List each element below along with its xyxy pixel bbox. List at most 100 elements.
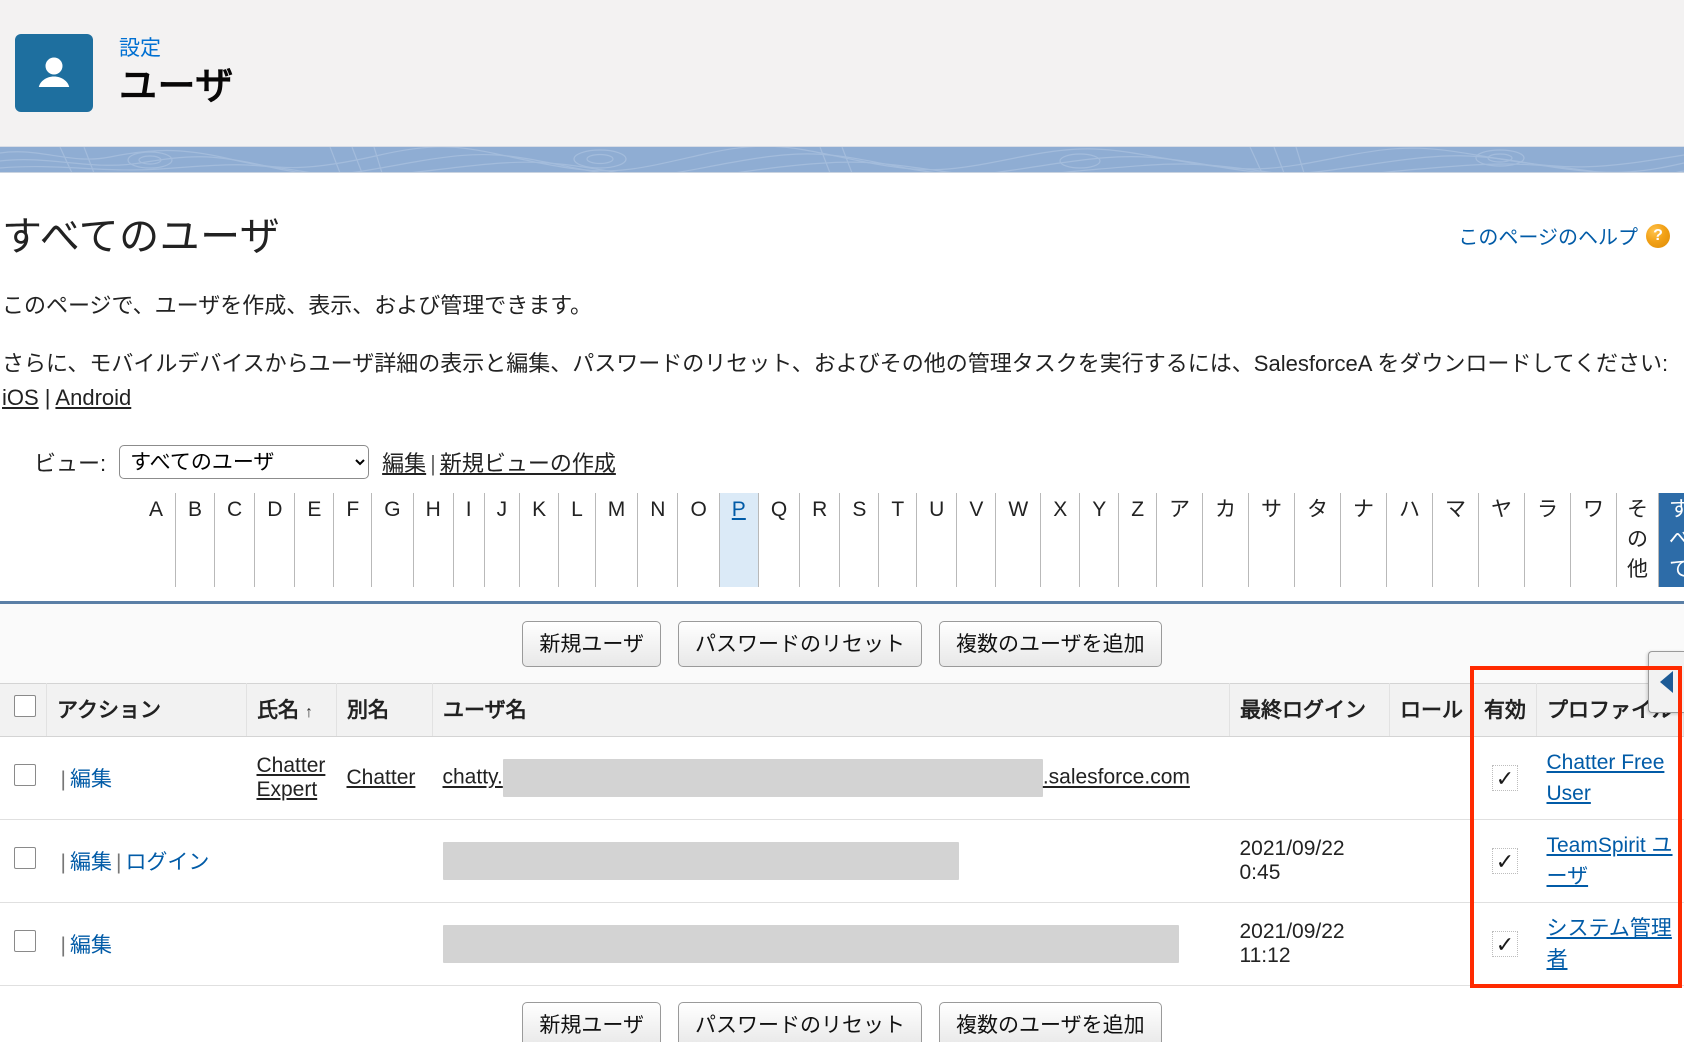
select-all-checkbox[interactable] [14,695,36,717]
row-action-cell: |編集|ログイン [47,820,247,903]
redaction-bar-username [443,925,1179,963]
sort-ascending-icon: ↑ [299,704,313,721]
alpha-filter-N[interactable]: N [638,493,678,587]
table-body: |編集Chatter ExpertChatterchatty..salesfor… [0,737,1684,986]
alpha-filter-ラ[interactable]: ラ [1525,493,1571,587]
row-edit-link[interactable]: 編集 [70,934,112,957]
select-all-header[interactable] [0,684,47,737]
row-username-cell [433,903,1230,986]
add-multiple-users-button-bottom[interactable]: 複数のユーザを追加 [939,1002,1162,1042]
page-description-2: さらに、モバイルデバイスからユーザ詳細の表示と編集、パスワードのリセット、および… [0,347,1684,415]
decorative-banner [0,147,1684,173]
alpha-filter-I[interactable]: I [454,493,485,587]
row-select-cell[interactable] [0,737,47,820]
column-header-username[interactable]: ユーザ名 [433,684,1230,737]
row-select-cell[interactable] [0,820,47,903]
column-header-action[interactable]: アクション [47,684,247,737]
alpha-filter-Z[interactable]: Z [1119,493,1157,587]
alpha-filter-S[interactable]: S [840,493,879,587]
alpha-filter-T[interactable]: T [879,493,917,587]
page-description-2-text: さらに、モバイルデバイスからユーザ詳細の表示と編集、パスワードのリセット、および… [2,351,1668,376]
alpha-filter-other[interactable]: その他 [1617,493,1659,587]
alpha-filter-ナ[interactable]: ナ [1341,493,1387,587]
alpha-filter-A[interactable]: A [137,493,176,587]
help-question-icon[interactable]: ? [1646,224,1670,248]
alpha-filter-P[interactable]: P [720,493,759,587]
user-avatar-icon [15,34,93,112]
setup-breadcrumb[interactable]: 設定 [119,36,234,62]
setup-header: 設定 ユーザ [0,0,1684,147]
alpha-filter-R[interactable]: R [800,493,840,587]
alpha-filter-ワ[interactable]: ワ [1571,493,1617,587]
user-list-table: アクション 氏名↑ 別名 ユーザ名 最終ログイン ロール 有効 プロファイル |… [0,683,1684,986]
alpha-filter-サ[interactable]: サ [1249,493,1295,587]
reset-password-button-bottom[interactable]: パスワードのリセット [678,1002,922,1042]
row-profile-link[interactable]: システム管理者 [1547,913,1674,975]
row-select-checkbox[interactable] [14,847,36,869]
android-download-link[interactable]: Android [55,385,131,410]
create-view-link[interactable]: 新規ビューの作成 [440,451,616,476]
alpha-filter-Q[interactable]: Q [759,493,800,587]
alpha-filter-M[interactable]: M [596,493,639,587]
alpha-filter-B[interactable]: B [176,493,215,587]
alpha-filter-L[interactable]: L [559,493,596,587]
chevron-left-icon [1660,671,1673,693]
ios-download-link[interactable]: iOS [2,385,39,410]
alpha-filter-U[interactable]: U [917,493,957,587]
row-name-link[interactable]: Chatter Expert [257,754,326,801]
row-profile-link[interactable]: Chatter Free User [1547,747,1674,809]
column-header-active[interactable]: 有効 [1474,684,1537,737]
alpha-filter-J[interactable]: J [485,493,521,587]
alpha-filter-K[interactable]: K [520,493,559,587]
page-description-1: このページで、ユーザを作成、表示、および管理できます。 [0,289,1684,323]
alpha-filter-C[interactable]: C [215,493,255,587]
alpha-filter-ヤ[interactable]: ヤ [1479,493,1525,587]
row-username-link[interactable]: chatty. [443,766,503,789]
alpha-filter-ア[interactable]: ア [1157,493,1203,587]
alpha-filter-マ[interactable]: マ [1433,493,1479,587]
alpha-filter-G[interactable]: G [372,493,413,587]
view-select[interactable]: すべてのユーザ [119,445,369,479]
column-header-lastlogin[interactable]: 最終ログイン [1230,684,1390,737]
row-login-link[interactable]: ログイン [125,851,209,874]
alpha-filter-タ[interactable]: タ [1295,493,1341,587]
alpha-filter-W[interactable]: W [996,493,1041,587]
row-active-cell: ✓ [1474,820,1537,903]
column-header-name-label: 氏名 [257,699,299,722]
edit-view-link[interactable]: 編集 [382,451,426,476]
row-select-checkbox[interactable] [14,764,36,786]
alpha-filter-X[interactable]: X [1041,493,1080,587]
action-pipe-leading: | [57,768,70,791]
new-user-button-bottom[interactable]: 新規ユーザ [522,1002,661,1042]
page-help-link[interactable]: このページのヘルプ [1458,221,1638,250]
row-profile-link[interactable]: TeamSpirit ユーザ [1547,830,1674,892]
alpha-filter-all[interactable]: すべて [1659,493,1684,587]
row-alias-cell: Chatter [337,737,433,820]
row-edit-link[interactable]: 編集 [70,768,112,791]
column-header-role[interactable]: ロール [1390,684,1474,737]
reset-password-button-top[interactable]: パスワードのリセット [678,621,922,667]
add-multiple-users-button-top[interactable]: 複数のユーザを追加 [939,621,1162,667]
alpha-filter-O[interactable]: O [678,493,719,587]
new-user-button-top[interactable]: 新規ユーザ [522,621,661,667]
action-pipe-leading: | [57,934,70,957]
alpha-filter-E[interactable]: E [295,493,334,587]
alpha-filter-F[interactable]: F [334,493,372,587]
alpha-filter-D[interactable]: D [255,493,295,587]
alpha-filter-Y[interactable]: Y [1080,493,1119,587]
table-row: |編集 Chatter Expert Chatter chatty. .salesfor… [0,737,1684,820]
row-username-link-suffix[interactable]: .salesforce.com [1043,766,1190,789]
row-select-checkbox[interactable] [14,930,36,952]
row-alias-link[interactable]: Chatter [347,766,416,789]
alpha-filter-ハ[interactable]: ハ [1387,493,1433,587]
column-header-name[interactable]: 氏名↑ [247,684,337,737]
alpha-filter-H[interactable]: H [414,493,454,587]
row-profile-cell: Chatter Free User [1537,737,1684,820]
alpha-filter-V[interactable]: V [957,493,996,587]
toolbar-bottom: 新規ユーザ パスワードのリセット 複数のユーザを追加 [0,986,1684,1042]
alpha-filter-カ[interactable]: カ [1203,493,1249,587]
column-header-alias[interactable]: 別名 [337,684,433,737]
row-select-cell[interactable] [0,903,47,986]
side-panel-toggle[interactable] [1648,651,1684,713]
row-edit-link[interactable]: 編集 [70,851,112,874]
